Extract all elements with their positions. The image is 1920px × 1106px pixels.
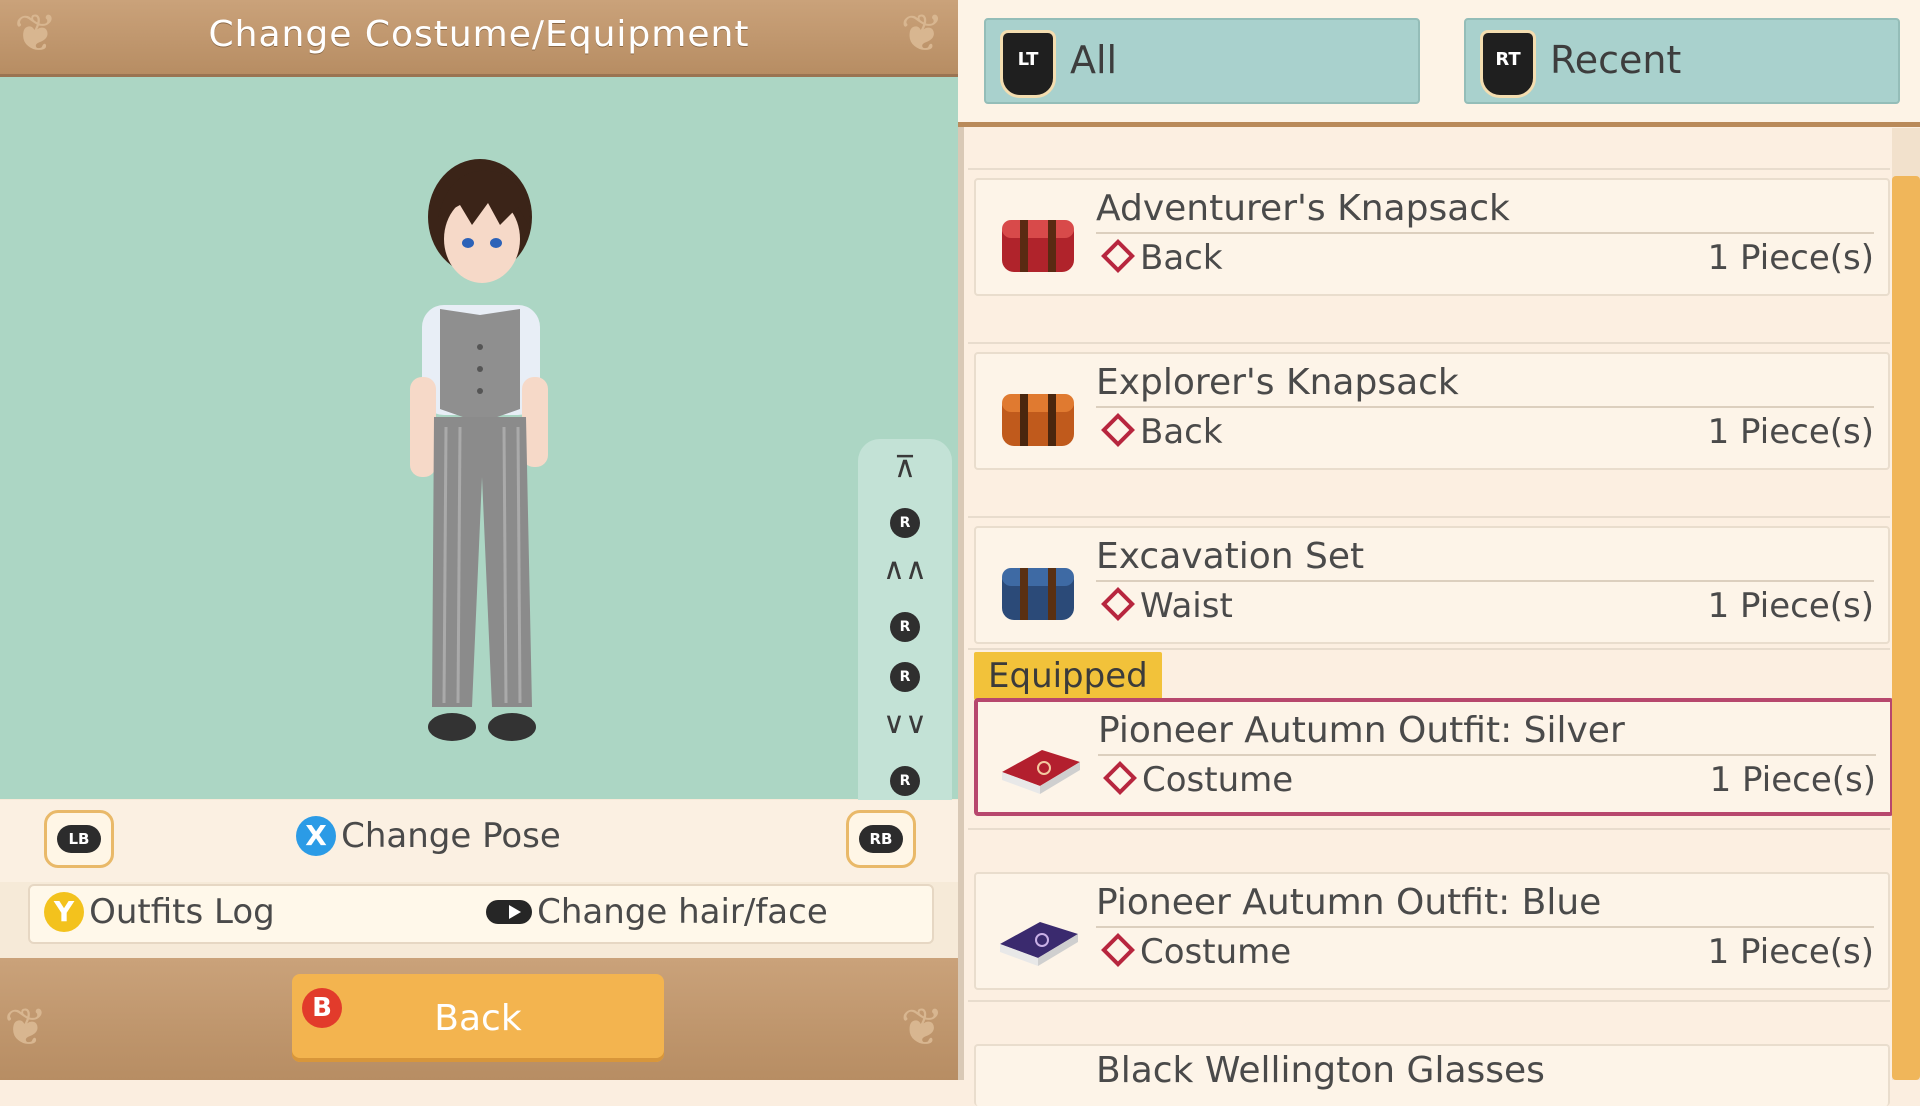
diamond-icon — [1101, 932, 1135, 967]
character-preview[interactable]: ⊼ R ∧∧ R R ∨∨ R ⊻ — [0, 77, 958, 871]
list-item-equipped[interactable]: Pioneer Autumn Outfit: Silver Costume 1 … — [974, 698, 1894, 816]
footer: ❦ B Back ❦ — [0, 958, 958, 1080]
right-stick-icon — [486, 900, 532, 924]
lt-button-icon: LT — [1000, 30, 1056, 98]
lb-button[interactable]: LB — [44, 810, 114, 868]
tab-all[interactable]: LT All — [984, 18, 1420, 104]
change-hair-face-button[interactable]: Change hair/face — [486, 892, 828, 932]
list-item[interactable]: Pioneer Autumn Outfit: Blue Costume 1 Pi… — [974, 872, 1890, 990]
knapsack-icon — [1002, 220, 1074, 272]
rb-button[interactable]: RB — [846, 810, 916, 868]
camera-down-icon[interactable]: ∨∨ — [858, 709, 952, 739]
character-model — [410, 159, 548, 741]
outfits-log-label: Outfits Log — [89, 892, 275, 932]
diamond-icon — [1101, 586, 1135, 621]
camera-rotate-down-icon[interactable]: R — [858, 761, 952, 796]
costume-case-icon — [1000, 922, 1078, 966]
back-label: Back — [434, 998, 522, 1039]
x-button-icon: X — [296, 816, 336, 856]
change-pose-label: Change Pose — [341, 816, 561, 856]
outfit-options-row: Y Outfits Log Change hair/face — [28, 884, 934, 944]
diamond-icon — [1103, 760, 1137, 795]
ornament-right-icon: ❦ — [900, 4, 944, 64]
title-bar: ❦ Change Costume/Equipment ❦ — [0, 0, 958, 77]
camera-rotate-left-icon[interactable]: R — [858, 607, 952, 642]
preview-panel: ❦ Change Costume/Equipment ❦ ⊼ R ∧∧ R R … — [0, 0, 958, 1080]
camera-rotate-up-icon[interactable]: R — [858, 503, 952, 538]
item-list: Adventurer's Knapsack Back 1 Piece(s) Ex… — [968, 128, 1894, 1106]
pose-row: LB X Change Pose RB — [0, 800, 958, 882]
ornament-bottom-right-icon: ❦ — [900, 998, 944, 1058]
y-button-icon: Y — [44, 892, 84, 932]
list-item[interactable]: Black Wellington Glasses — [974, 1044, 1890, 1106]
excavation-set-icon — [1002, 568, 1074, 620]
camera-rotate-right-icon[interactable]: R — [858, 657, 952, 692]
diamond-icon — [1101, 412, 1135, 447]
divider — [968, 1000, 1890, 1002]
list-item[interactable]: Excavation Set Waist 1 Piece(s) — [974, 526, 1890, 644]
rt-button-icon: RT — [1480, 30, 1536, 98]
change-hair-face-label: Change hair/face — [537, 892, 828, 932]
divider — [968, 168, 1890, 170]
filter-tabs: LT All RT Recent — [958, 0, 1920, 127]
equipped-badge: Equipped — [974, 652, 1162, 700]
list-item[interactable]: Adventurer's Knapsack Back 1 Piece(s) — [974, 178, 1890, 296]
knapsack-icon — [1002, 394, 1074, 446]
camera-top-icon[interactable]: ⊼ — [858, 453, 952, 483]
divider — [968, 648, 1890, 650]
page-title: Change Costume/Equipment — [208, 14, 750, 55]
list-item[interactable]: Explorer's Knapsack Back 1 Piece(s) — [974, 352, 1890, 470]
tab-recent-label: Recent — [1550, 38, 1682, 82]
scrollbar-thumb[interactable] — [1892, 176, 1920, 1080]
ornament-bottom-left-icon: ❦ — [4, 998, 48, 1058]
divider — [968, 828, 1890, 830]
outfits-log-button[interactable]: Y Outfits Log — [44, 892, 275, 932]
tab-all-label: All — [1070, 38, 1118, 82]
diamond-icon — [1101, 238, 1135, 273]
item-list-panel: LT All RT Recent Adventurer's Knapsack B… — [958, 0, 1920, 1106]
back-button[interactable]: B Back — [292, 974, 664, 1062]
divider — [968, 516, 1890, 518]
costume-case-icon — [1002, 750, 1080, 794]
camera-up-icon[interactable]: ∧∧ — [858, 555, 952, 585]
divider — [968, 342, 1890, 344]
change-pose-button[interactable]: X Change Pose — [296, 816, 561, 856]
tab-recent[interactable]: RT Recent — [1464, 18, 1900, 104]
